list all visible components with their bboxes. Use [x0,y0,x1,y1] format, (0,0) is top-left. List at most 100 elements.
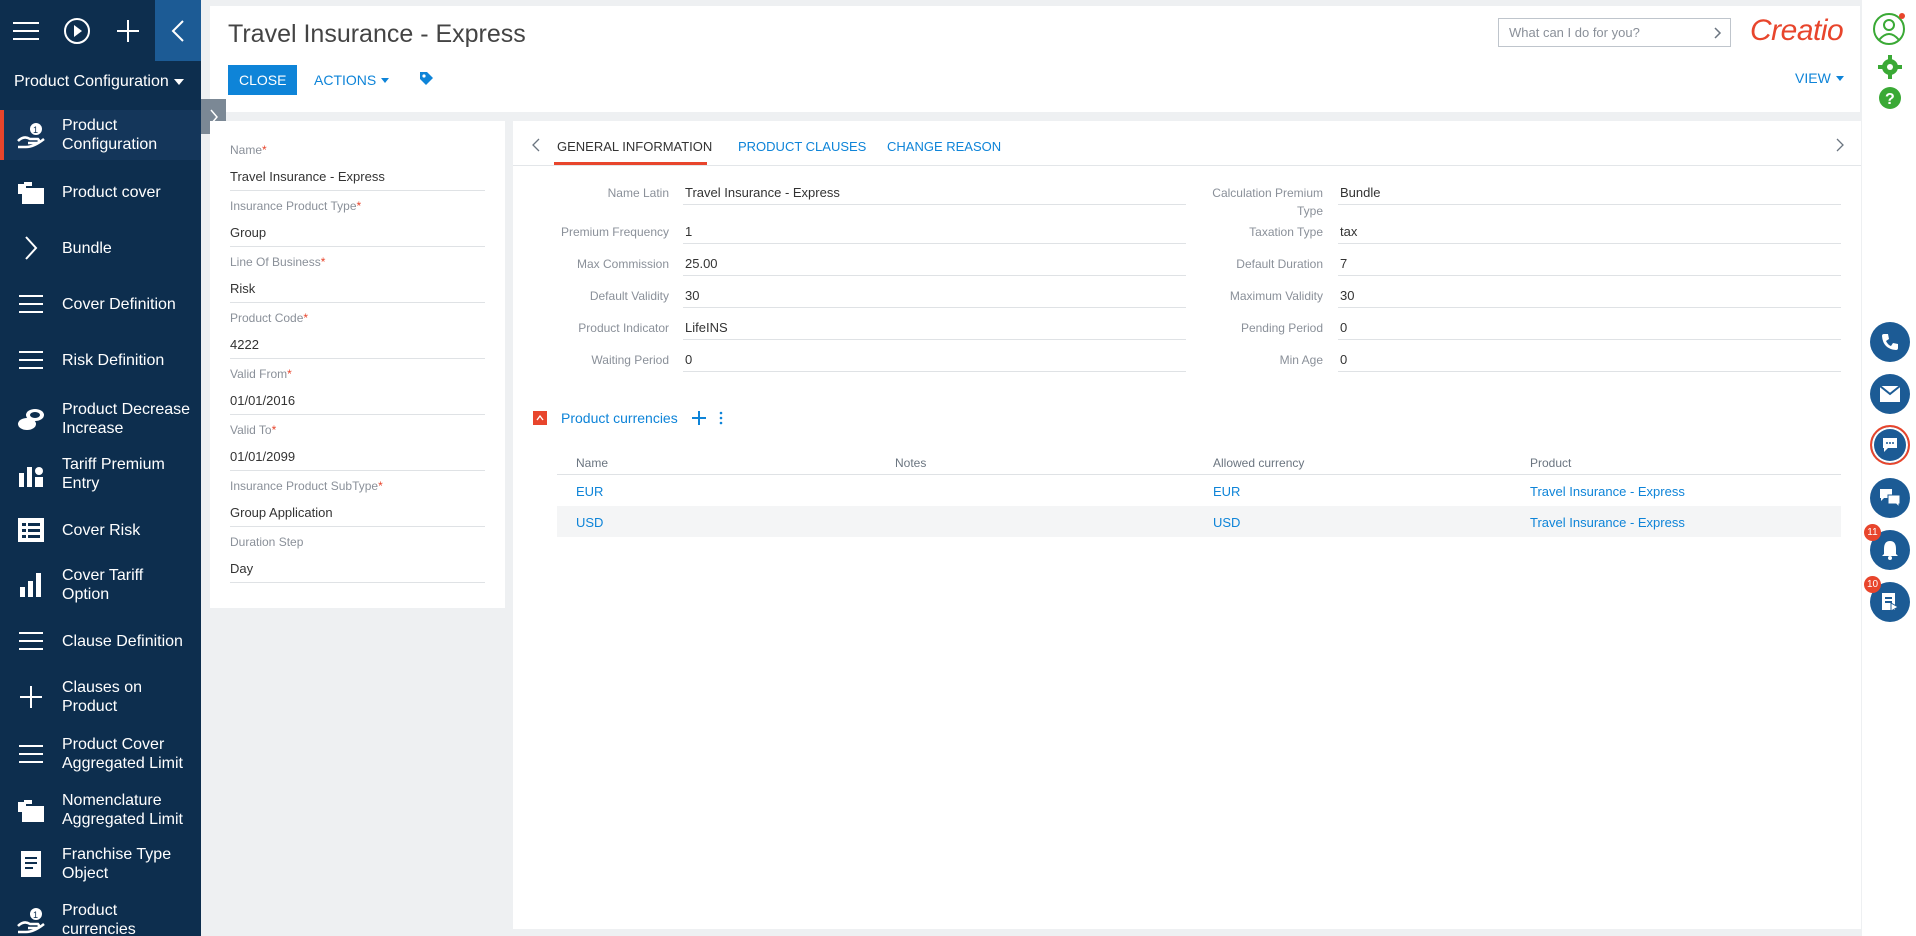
notifications-button[interactable]: 11 [1864,524,1910,570]
field-label-maximum-validity: Maximum Validity [1229,289,1323,303]
sidebar-item-product-decrease-increase[interactable]: Product Decrease Increase [0,390,201,448]
messages-icon [1880,489,1901,508]
sidebar-item-label: Cover Risk [62,521,141,539]
field-product-indicator[interactable]: LifeINS [683,316,1186,340]
caret-down-icon [173,79,184,85]
sidebar-item-product-currencies[interactable]: 1 Product currencies [0,900,201,936]
view-button[interactable]: VIEW [1795,70,1844,86]
column-header-product[interactable]: Product [1530,456,1571,470]
sidebar-item-cover-risk[interactable]: Cover Risk [0,510,201,550]
sidebar-item-label: Nomenclature Aggregated Limit [62,792,183,828]
workplace-selector[interactable]: Product Configuration [0,61,201,103]
field-name[interactable]: Name* Travel Insurance - Express [230,143,485,191]
email-button[interactable] [1870,374,1910,414]
run-process-button[interactable] [51,0,102,61]
field-premium-frequency[interactable]: 1 [683,220,1186,244]
sidebar-item-cover-tariff-option[interactable]: Cover Tariff Option [0,565,201,605]
field-valid-from[interactable]: Valid From* 01/01/2016 [230,367,485,415]
field-max-commission[interactable]: 25.00 [683,252,1186,276]
column-header-allowed-currency[interactable]: Allowed currency [1213,456,1304,470]
main-panel: GENERAL INFORMATION PRODUCT CLAUSES CHAN… [513,121,1861,929]
table-row[interactable]: USD USD Travel Insurance - Express [557,506,1841,537]
caret-down-icon [381,77,390,83]
command-search-input[interactable]: What can I do for you? [1498,18,1731,47]
field-default-duration[interactable]: 7 [1338,252,1841,276]
field-value[interactable]: 01/01/2016 [230,393,485,415]
collapse-sidebar-button[interactable] [155,0,201,61]
add-button[interactable] [102,0,153,61]
actions-button[interactable]: ACTIONS [314,65,390,95]
sidebar-item-label: Product Decrease Increase [62,401,191,437]
field-value[interactable]: Group Application [230,505,485,527]
sidebar-item-product-cover-aggregated-limit[interactable]: Product Cover Aggregated Limit [0,725,201,783]
chevron-right-icon [0,236,62,260]
field-min-age[interactable]: 0 [1338,348,1841,372]
page-title: Travel Insurance - Express [228,20,526,48]
field-insurance-product-subtype[interactable]: Insurance Product SubType* Group Applica… [230,479,485,527]
field-value[interactable]: Risk [230,281,485,303]
add-record-icon[interactable] [691,411,706,425]
sidebar-item-risk-definition[interactable]: Risk Definition [0,340,201,380]
field-product-code[interactable]: Product Code* 4222 [230,311,485,359]
cell-name[interactable]: EUR [576,484,603,499]
field-value[interactable]: Group [230,225,485,247]
tab-scroll-right-icon[interactable] [1836,138,1844,152]
sidebar-item-bundle[interactable]: Bundle [0,228,201,268]
user-icon [1873,13,1905,45]
tab-general-information[interactable]: GENERAL INFORMATION [557,139,712,154]
field-value[interactable]: Day [230,561,485,583]
close-button[interactable]: CLOSE [228,65,298,95]
field-default-validity[interactable]: 30 [683,284,1186,308]
svg-text:1: 1 [33,125,38,135]
cell-name[interactable]: USD [576,515,603,530]
sidebar-item-nomenclature-aggregated-limit[interactable]: Nomenclature Aggregated Limit [0,781,201,839]
document-list-icon [0,518,62,542]
sidebar-item-franchise-type-object[interactable]: Franchise Type Object [0,844,201,884]
field-taxation-type[interactable]: tax [1338,220,1841,244]
field-pending-period[interactable]: 0 [1338,316,1841,340]
help-button[interactable]: ? [1878,86,1902,113]
cell-product[interactable]: Travel Insurance - Express [1530,484,1685,499]
column-header-name[interactable]: Name [576,456,608,470]
field-insurance-product-type[interactable]: Insurance Product Type* Group [230,199,485,247]
process-feed-button[interactable]: 10 [1864,576,1910,622]
field-waiting-period[interactable]: 0 [683,348,1186,372]
tag-icon[interactable] [419,71,434,89]
detail-title[interactable]: Product currencies [561,410,678,426]
document-play-icon [1882,593,1899,612]
collapse-detail-button[interactable] [533,411,547,425]
sidebar-item-tariff-premium-entry[interactable]: Tariff Premium Entry [0,454,201,494]
field-label-calculation-premium-type: Calculation Premium Type [1212,186,1323,218]
field-line-of-business[interactable]: Line Of Business* Risk [230,255,485,303]
field-value[interactable]: Travel Insurance - Express [230,169,485,191]
tab-change-reason[interactable]: CHANGE REASON [887,139,1001,154]
phone-button[interactable] [1870,322,1910,362]
column-header-notes[interactable]: Notes [895,456,926,470]
profile-avatar[interactable] [1872,12,1906,49]
cell-product[interactable]: Travel Insurance - Express [1530,515,1685,530]
field-duration-step[interactable]: Duration Step Day [230,535,485,583]
field-value[interactable]: 4222 [230,337,485,359]
field-calculation-premium-type[interactable]: Bundle [1338,181,1841,205]
field-value[interactable]: 01/01/2099 [230,449,485,471]
sidebar-item-product-configuration[interactable]: 1 Product Configuration [0,110,201,160]
sidebar-item-clauses-on-product[interactable]: Clauses on Product [0,677,201,717]
tab-product-clauses[interactable]: PRODUCT CLAUSES [738,139,866,154]
help-icon: ? [1879,87,1901,109]
cell-allowed-currency[interactable]: EUR [1213,484,1240,499]
field-name-latin[interactable]: Travel Insurance - Express [683,181,1186,205]
field-valid-to[interactable]: Valid To* 01/01/2099 [230,423,485,471]
feed-button[interactable] [1870,478,1910,518]
table-row[interactable]: EUR EUR Travel Insurance - Express [557,475,1841,506]
sidebar-item-clause-definition[interactable]: Clause Definition [0,621,201,661]
chat-button[interactable] [1870,425,1910,465]
sidebar-item-product-cover[interactable]: Product cover [0,172,201,212]
sidebar-item-cover-definition[interactable]: Cover Definition [0,284,201,324]
settings-button[interactable] [1878,55,1902,82]
tab-scroll-left-icon[interactable] [532,138,540,152]
hamburger-icon [12,21,39,40]
cell-allowed-currency[interactable]: USD [1213,515,1240,530]
hamburger-menu-button[interactable] [0,0,51,61]
field-maximum-validity[interactable]: 30 [1338,284,1841,308]
more-options-icon[interactable] [719,411,723,425]
